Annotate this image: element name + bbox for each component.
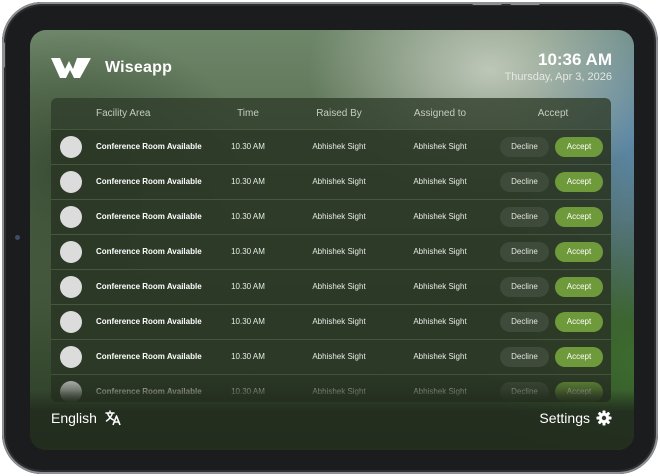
tablet-frame: Wiseapp 10:36 AM Thursday, Apr 3, 2026 F…: [2, 2, 658, 474]
time-cell: 10.30 AM: [231, 247, 265, 256]
decline-button[interactable]: Decline: [500, 312, 549, 332]
time-cell: 10.30 AM: [231, 352, 265, 361]
decline-button[interactable]: Decline: [500, 207, 549, 227]
raised-by-cell: Abhishek Sight: [312, 282, 366, 291]
time-cell: 10.30 AM: [231, 212, 265, 221]
facility-area-cell: Conference Room Available: [96, 212, 202, 221]
column-header-facility-area: Facility Area: [96, 108, 151, 119]
avatar: [60, 136, 82, 158]
accept-button[interactable]: Accept: [555, 312, 603, 332]
time-cell: 10.30 AM: [231, 317, 265, 326]
time-cell: 10.30 AM: [231, 142, 265, 151]
time-cell: 10.30 AM: [231, 177, 265, 186]
avatar: [60, 171, 82, 193]
facility-area-cell: Conference Room Available: [96, 247, 202, 256]
translate-icon: [105, 410, 121, 426]
wiseapp-logo-icon: [51, 58, 91, 78]
hardware-button: [472, 2, 502, 5]
table-body: Conference Room Available 10.30 AM Abhishe…: [51, 129, 611, 402]
decline-button[interactable]: Decline: [500, 172, 549, 192]
brand: Wiseapp: [50, 56, 172, 80]
column-header-assigned-to: Assigned to: [413, 108, 467, 119]
decline-button[interactable]: Decline: [500, 347, 549, 367]
decline-button[interactable]: Decline: [500, 242, 549, 262]
accept-button[interactable]: Accept: [555, 207, 603, 227]
table-header: Facility Area Time Raised By Assigned to…: [51, 98, 611, 129]
raised-by-cell: Abhishek Sight: [312, 142, 366, 151]
hardware-button: [510, 2, 540, 5]
settings-button[interactable]: Settings: [539, 410, 612, 426]
assigned-to-cell: Abhishek Sight: [413, 247, 467, 256]
avatar: [60, 311, 82, 333]
assigned-to-cell: Abhishek Sight: [413, 177, 467, 186]
avatar: [60, 276, 82, 298]
table-row: Conference Room Available 10.30 AM Abhishe…: [51, 339, 611, 374]
raised-by-cell: Abhishek Sight: [312, 317, 366, 326]
camera-lens: [15, 235, 20, 240]
table-row: Conference Room Available 10.30 AM Abhishe…: [51, 304, 611, 339]
gear-icon: [596, 410, 612, 426]
facility-area-cell: Conference Room Available: [96, 352, 202, 361]
assigned-to-cell: Abhishek Sight: [413, 282, 467, 291]
language-selector[interactable]: English: [51, 410, 122, 426]
avatar: [60, 346, 82, 368]
column-header-accept: Accept: [537, 108, 569, 119]
raised-by-cell: Abhishek Sight: [312, 212, 366, 221]
assigned-to-cell: Abhishek Sight: [413, 142, 467, 151]
hardware-button: [2, 42, 5, 68]
assigned-to-cell: Abhishek Sight: [413, 317, 467, 326]
facility-area-cell: Conference Room Available: [96, 177, 202, 186]
raised-by-cell: Abhishek Sight: [312, 352, 366, 361]
avatar: [60, 206, 82, 228]
language-label: English: [51, 410, 97, 426]
raised-by-cell: Abhishek Sight: [312, 247, 366, 256]
requests-table: Facility Area Time Raised By Assigned to…: [51, 98, 611, 402]
raised-by-cell: Abhishek Sight: [312, 177, 366, 186]
time-cell: 10.30 AM: [231, 282, 265, 291]
decline-button[interactable]: Decline: [500, 277, 549, 297]
clock: 10:36 AM Thursday, Apr 3, 2026: [504, 50, 612, 84]
table-row: Conference Room Available 10.30 AM Abhishe…: [51, 129, 611, 164]
table-row: Conference Room Available 10.30 AM Abhishe…: [51, 269, 611, 304]
facility-area-cell: Conference Room Available: [96, 142, 202, 151]
app-screen: Wiseapp 10:36 AM Thursday, Apr 3, 2026 F…: [30, 30, 634, 450]
column-header-time: Time: [237, 108, 259, 119]
facility-area-cell: Conference Room Available: [96, 282, 202, 291]
facility-area-cell: Conference Room Available: [96, 317, 202, 326]
settings-label: Settings: [539, 410, 590, 426]
app-name: Wiseapp: [105, 59, 173, 76]
decline-button[interactable]: Decline: [500, 137, 549, 157]
table-row: Conference Room Available 10.30 AM Abhishe…: [51, 199, 611, 234]
accept-button[interactable]: Accept: [555, 277, 603, 297]
bottom-bar: English Settings: [30, 390, 634, 450]
accept-button[interactable]: Accept: [555, 242, 603, 262]
table-row: Conference Room Available 10.30 AM Abhishe…: [51, 164, 611, 199]
accept-button[interactable]: Accept: [555, 137, 603, 157]
assigned-to-cell: Abhishek Sight: [413, 352, 467, 361]
accept-button[interactable]: Accept: [555, 172, 603, 192]
avatar: [60, 241, 82, 263]
column-header-raised-by: Raised By: [316, 108, 362, 119]
accept-button[interactable]: Accept: [555, 347, 603, 367]
clock-date: Thursday, Apr 3, 2026: [504, 71, 612, 83]
table-row: Conference Room Available 10.30 AM Abhishe…: [51, 234, 611, 269]
clock-time: 10:36 AM: [537, 50, 612, 69]
assigned-to-cell: Abhishek Sight: [413, 212, 467, 221]
